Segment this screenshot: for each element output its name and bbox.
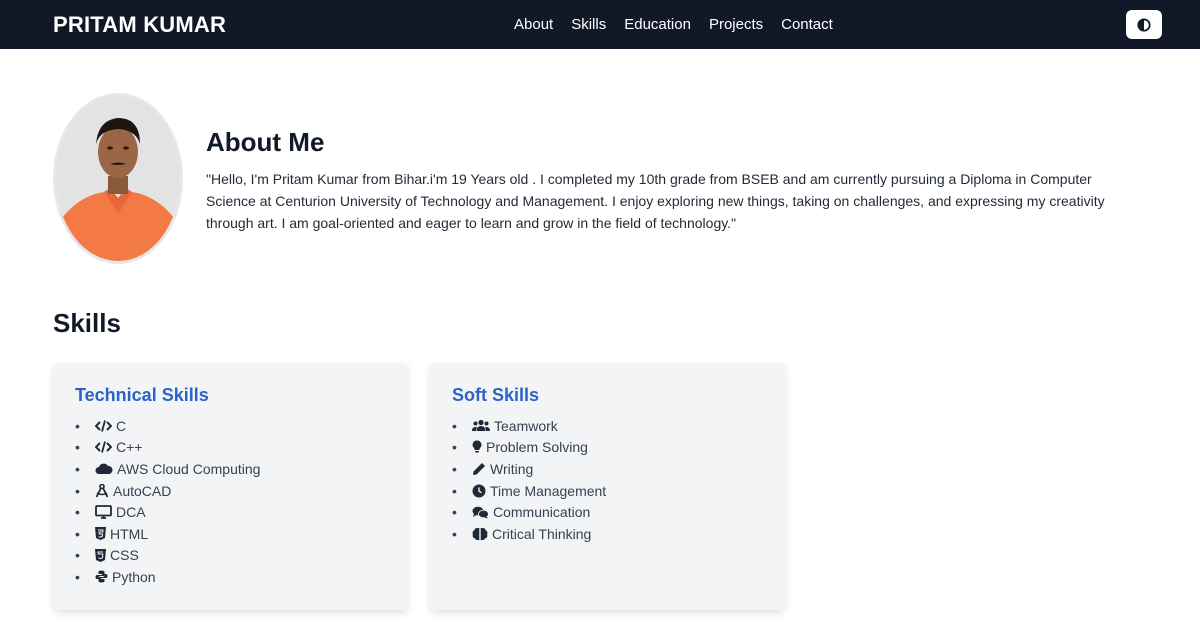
profile-photo (56, 96, 180, 261)
technical-skills-title: Technical Skills (75, 385, 209, 405)
clock-icon (472, 484, 486, 498)
list-item: • Problem Solving (452, 439, 588, 456)
list-item: • HTML (75, 525, 149, 542)
skill-label: Writing (490, 460, 534, 477)
theme-toggle-button[interactable] (1126, 10, 1162, 39)
pen-icon (472, 462, 486, 476)
skill-label: Critical Thinking (492, 525, 592, 542)
desktop-icon (95, 505, 112, 520)
cloud-icon (95, 462, 113, 475)
about-section: About Me "Hello, I'm Pritam Kumar from B… (53, 93, 1143, 264)
contrast-icon (1137, 17, 1151, 32)
nav-link-projects[interactable]: Projects (709, 16, 763, 33)
about-content: About Me "Hello, I'm Pritam Kumar from B… (206, 93, 1143, 264)
technical-skills-list: • C • C++ • AWS Cloud Computing • AutoCA… (75, 415, 386, 588)
site-brand[interactable]: PRITAM KUMAR (53, 12, 226, 38)
avatar (53, 93, 183, 264)
technical-skills-card: Technical Skills • C • C++ • AWS Cloud C… (53, 363, 408, 610)
drafting-compass-icon (95, 483, 109, 498)
skill-label: Time Management (490, 482, 607, 499)
soft-skills-card: Soft Skills • Teamwork • Problem Solving… (430, 363, 785, 610)
nav-link-education[interactable]: Education (624, 16, 691, 33)
html5-icon (95, 527, 106, 541)
skill-label: AutoCAD (113, 482, 172, 499)
list-item: • AutoCAD (75, 482, 172, 499)
users-icon (472, 419, 490, 432)
brain-icon (472, 527, 488, 541)
list-item: • C++ (75, 439, 143, 456)
nav-link-about[interactable]: About (514, 16, 553, 33)
skill-label: Communication (493, 504, 591, 521)
soft-skills-title: Soft Skills (452, 385, 540, 405)
list-item: • Writing (452, 460, 534, 477)
code-icon (95, 441, 112, 454)
skill-label: C (116, 417, 127, 434)
about-title: About Me (206, 127, 325, 157)
comments-icon (472, 506, 489, 519)
list-item: • Communication (452, 504, 591, 521)
lightbulb-icon (472, 440, 482, 454)
list-item: • Teamwork (452, 417, 558, 434)
list-item: • Python (75, 568, 156, 585)
list-item: • DCA (75, 504, 146, 521)
list-item: • CSS (75, 547, 139, 564)
skill-label: AWS Cloud Computing (117, 460, 261, 477)
skill-label: C++ (116, 439, 143, 456)
skill-label: CSS (110, 547, 139, 564)
skill-label: Python (112, 568, 156, 585)
code-icon (95, 420, 112, 432)
list-item: • Time Management (452, 482, 607, 499)
skill-label: DCA (116, 504, 146, 521)
skills-title: Skills (53, 308, 121, 338)
skill-label: Teamwork (494, 417, 558, 434)
list-item: • AWS Cloud Computing (75, 460, 261, 477)
nav-link-contact[interactable]: Contact (781, 16, 833, 33)
navbar: PRITAM KUMAR About Skills Education Proj… (0, 0, 1200, 49)
nav-link-skills[interactable]: Skills (571, 16, 606, 33)
about-paragraph: "Hello, I'm Pritam Kumar from Bihar.i'm … (206, 171, 1105, 231)
css3-icon (95, 548, 106, 562)
python-icon (95, 570, 108, 583)
nav-links: About Skills Education Projects Contact (514, 0, 833, 49)
list-item: • C (75, 417, 127, 434)
skill-label: Problem Solving (486, 439, 588, 456)
list-item: • Critical Thinking (452, 525, 592, 542)
skill-label: HTML (110, 525, 149, 542)
soft-skills-list: • Teamwork • Problem Solving • Writing •… (452, 415, 763, 545)
